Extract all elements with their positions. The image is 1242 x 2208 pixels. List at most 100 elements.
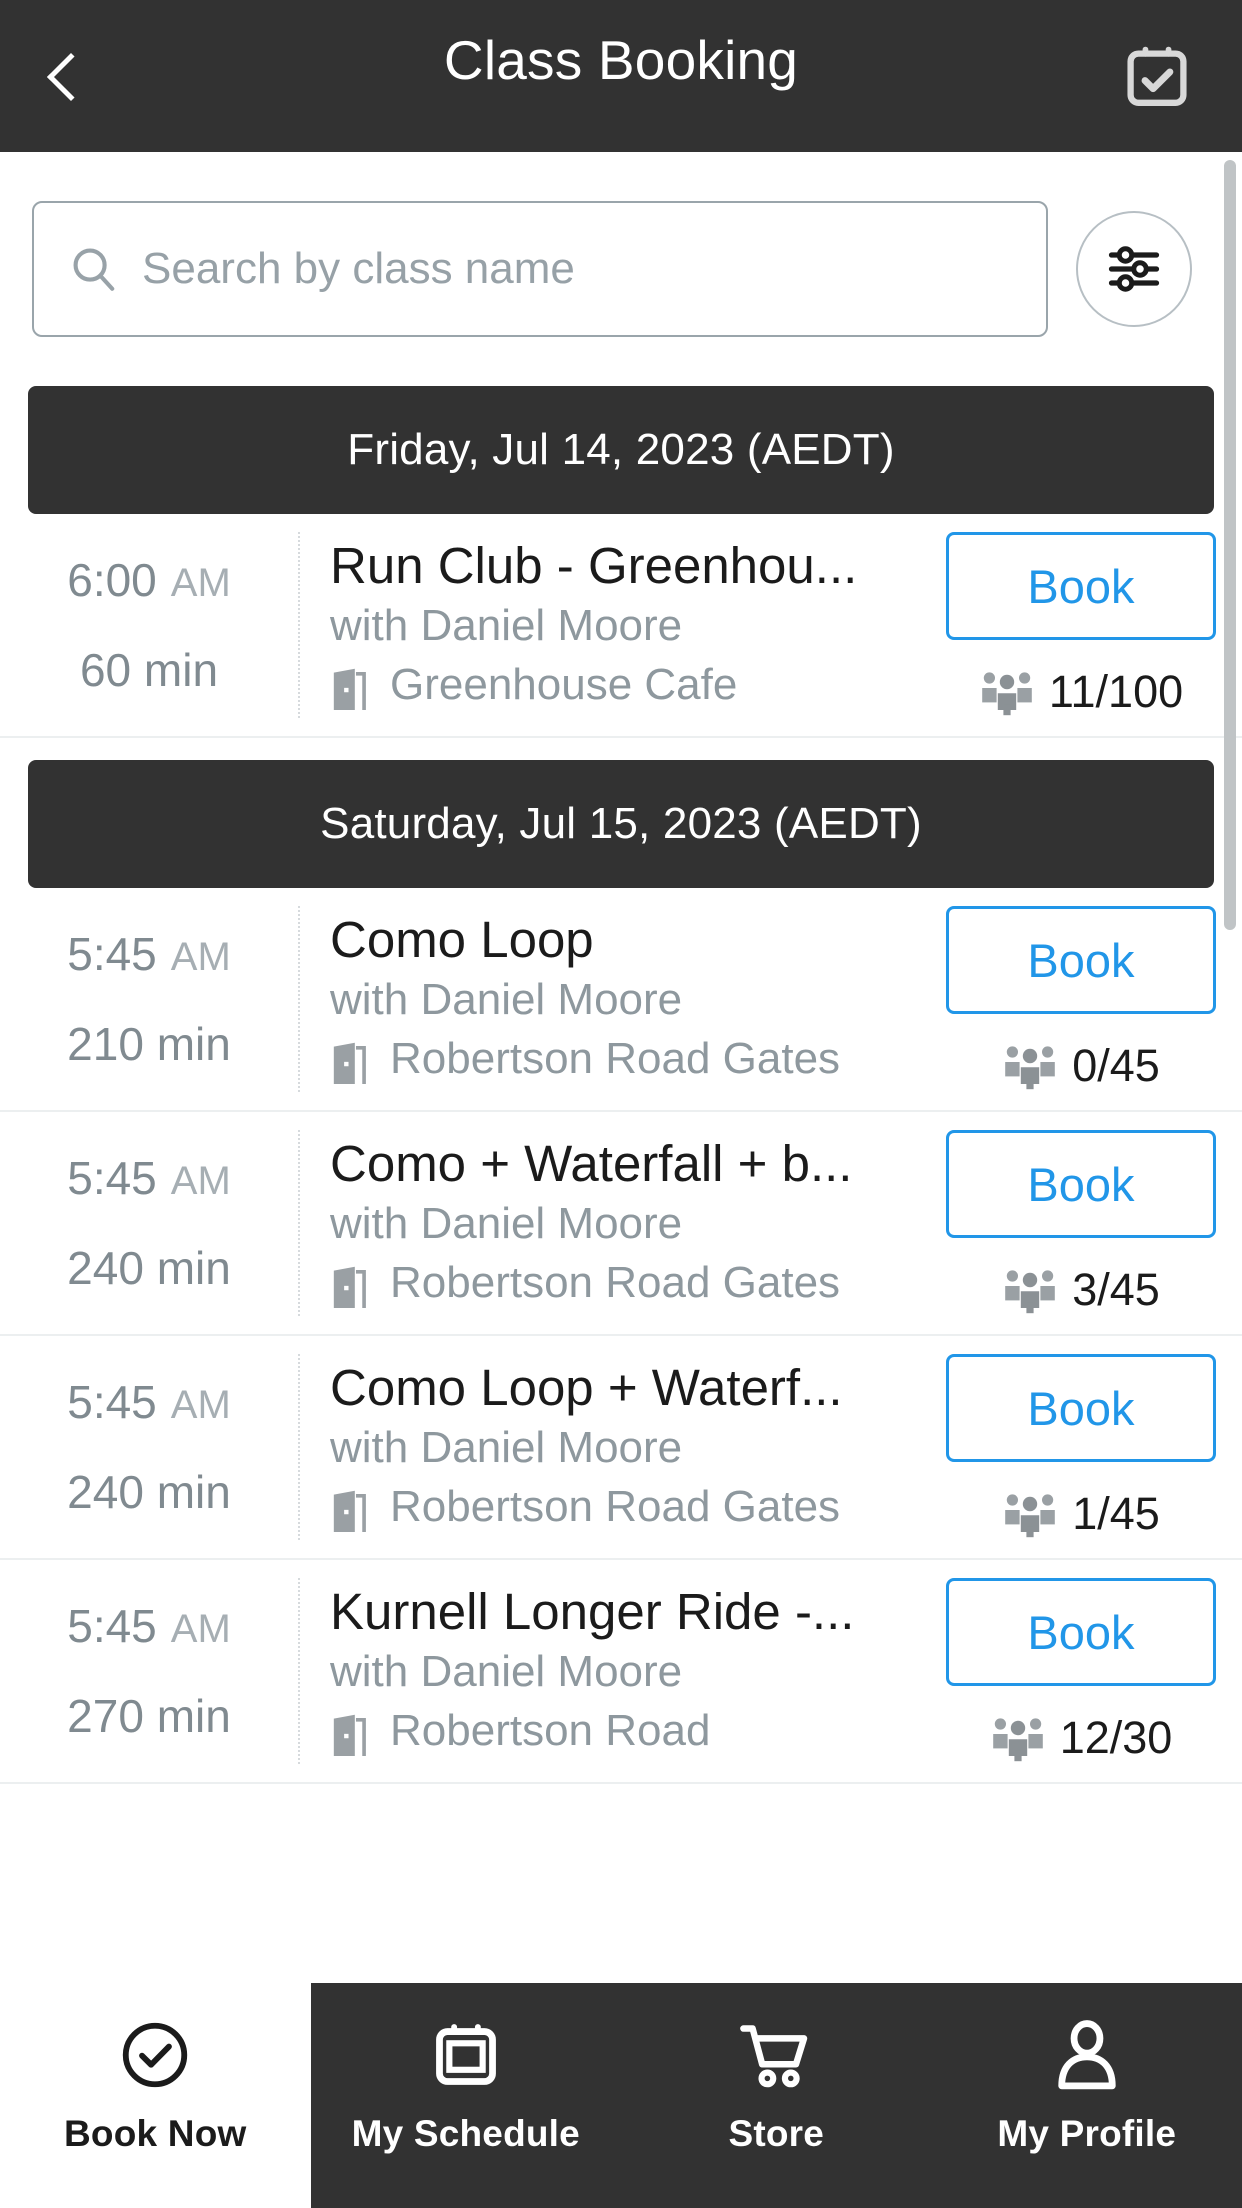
class-location-label: Robertson Road Gates <box>390 1033 841 1083</box>
calendar-check-icon <box>1127 46 1187 106</box>
calendar-icon <box>435 2024 496 2085</box>
class-location-label: Greenhouse Cafe <box>390 659 738 709</box>
class-row[interactable]: 5:45 AM 240 min Como + Waterfall + b... with… <box>0 1112 1242 1336</box>
class-location: Robertson Road Gates <box>330 1033 928 1087</box>
day-gap <box>0 738 1242 760</box>
bottom-nav: Book Now My Schedule Store My Profile <box>0 1983 1242 2208</box>
nav-icon-wrap <box>429 2011 503 2099</box>
class-instructor: with Daniel Moore <box>330 1199 683 1249</box>
class-duration: 210 min <box>67 1018 231 1070</box>
class-time-value: 6:00 <box>67 554 157 606</box>
class-action-column: Book 3/45 <box>942 1130 1242 1316</box>
search-bar-row <box>0 152 1242 386</box>
class-capacity-label: 3/45 <box>1072 1264 1160 1315</box>
class-time-meridiem: AM <box>170 1383 231 1427</box>
class-row[interactable]: 5:45 AM 240 min Como Loop + Waterf... with D… <box>0 1336 1242 1560</box>
class-capacity: 0/45 <box>1002 1040 1160 1092</box>
class-action-column: Book 11/100 <box>942 532 1242 718</box>
book-button[interactable]: Book <box>946 532 1216 640</box>
class-info-column: Como + Waterfall + b... with Daniel Moore… <box>300 1130 942 1316</box>
nav-item-store[interactable]: Store <box>621 1983 932 2208</box>
class-time-column: 6:00 AM 60 min <box>0 532 300 718</box>
class-info-column: Como Loop with Daniel Moore Robertson Roa… <box>300 906 942 1092</box>
class-time-meridiem: AM <box>170 561 231 605</box>
door-icon <box>333 1714 366 1756</box>
book-button[interactable]: Book <box>946 906 1216 1014</box>
door-icon <box>333 668 366 710</box>
class-row[interactable]: 5:45 AM 270 min Kurnell Longer Ride -... wit… <box>0 1560 1242 1784</box>
app-header: Class Booking <box>0 0 1242 152</box>
class-location: Robertson Road Gates <box>330 1257 928 1311</box>
calendar-check-button[interactable] <box>1114 34 1200 120</box>
class-location-label: Robertson Road Gates <box>390 1481 841 1531</box>
day-header: Saturday, Jul 15, 2023 (AEDT) <box>28 760 1214 888</box>
nav-item-label: Book Now <box>64 2113 247 2154</box>
class-capacity: 3/45 <box>1002 1264 1160 1316</box>
class-time-value: 5:45 <box>67 928 157 980</box>
class-info-column: Run Club - Greenhou... with Daniel Moore … <box>300 532 942 718</box>
class-time-meridiem: AM <box>170 1159 231 1203</box>
class-time-meridiem: AM <box>170 1607 231 1651</box>
page-title: Class Booking <box>443 29 799 91</box>
person-icon <box>1058 2020 1116 2090</box>
check-circle-icon <box>123 2022 188 2088</box>
nav-item-label: Store <box>728 2113 825 2154</box>
class-duration: 60 min <box>79 644 219 696</box>
class-capacity: 11/100 <box>979 666 1183 718</box>
people-group-icon <box>992 1718 1043 1762</box>
class-duration: 240 min <box>67 1466 231 1518</box>
nav-icon-wrap <box>1050 2011 1124 2099</box>
filter-button[interactable] <box>1076 211 1192 327</box>
filter-sliders-icon <box>1108 246 1160 292</box>
scrollbar-thumb[interactable] <box>1224 160 1236 930</box>
class-location: Greenhouse Cafe <box>330 659 928 713</box>
class-instructor: with Daniel Moore <box>330 1647 683 1697</box>
search-input[interactable] <box>142 244 1046 294</box>
book-button[interactable]: Book <box>946 1578 1216 1686</box>
scrollbar-track[interactable] <box>1224 160 1236 2208</box>
class-time: 5:45 AM <box>67 1151 231 1205</box>
class-time-value: 5:45 <box>67 1376 157 1428</box>
search-box[interactable] <box>32 201 1048 337</box>
class-time-column: 5:45 AM 270 min <box>0 1578 300 1764</box>
search-icon <box>73 248 115 291</box>
nav-item-label: My Profile <box>997 2113 1177 2154</box>
people-group-icon <box>1005 1046 1056 1090</box>
class-row[interactable]: 5:45 AM 210 min Como Loop with Daniel Moore … <box>0 888 1242 1112</box>
class-instructor: with Daniel Moore <box>330 601 683 651</box>
class-capacity-label: 0/45 <box>1072 1040 1160 1091</box>
cart-icon <box>740 2025 808 2088</box>
class-time-column: 5:45 AM 240 min <box>0 1130 300 1316</box>
door-icon <box>333 1042 366 1084</box>
class-duration: 270 min <box>67 1690 231 1742</box>
class-capacity-label: 12/30 <box>1059 1712 1173 1763</box>
book-button[interactable]: Book <box>946 1130 1216 1238</box>
door-icon <box>333 1266 366 1308</box>
class-time-value: 5:45 <box>67 1152 157 1204</box>
nav-item-my-profile[interactable]: My Profile <box>931 1983 1242 2208</box>
class-time-column: 5:45 AM 240 min <box>0 1354 300 1540</box>
class-time-column: 5:45 AM 210 min <box>0 906 300 1092</box>
nav-item-my-schedule[interactable]: My Schedule <box>310 1983 621 2208</box>
class-info-column: Como Loop + Waterf... with Daniel Moore R… <box>300 1354 942 1540</box>
class-instructor: with Daniel Moore <box>330 975 683 1025</box>
class-title: Como Loop + Waterf... <box>330 1359 843 1417</box>
class-row[interactable]: 6:00 AM 60 min Run Club - Greenhou... with D… <box>0 514 1242 738</box>
book-button[interactable]: Book <box>946 1354 1216 1462</box>
people-group-icon <box>982 672 1032 716</box>
class-capacity-label: 1/45 <box>1072 1488 1160 1539</box>
nav-icon-wrap <box>116 2011 194 2099</box>
class-capacity-label: 11/100 <box>1048 666 1184 717</box>
people-group-icon <box>1005 1270 1056 1314</box>
class-location-label: Robertson Road Gates <box>390 1257 841 1307</box>
class-time-value: 5:45 <box>67 1600 157 1652</box>
class-duration: 240 min <box>67 1242 231 1294</box>
class-location: Robertson Road Gates <box>330 1481 928 1535</box>
class-action-column: Book 0/45 <box>942 906 1242 1092</box>
class-list[interactable]: Friday, Jul 14, 2023 (AEDT) 6:00 AM 60 min R… <box>0 386 1242 2208</box>
class-title: Run Club - Greenhou... <box>330 537 858 595</box>
nav-item-book-now[interactable]: Book Now <box>0 1983 311 2208</box>
nav-item-label: My Schedule <box>351 2113 580 2154</box>
day-header: Friday, Jul 14, 2023 (AEDT) <box>28 386 1214 514</box>
door-icon <box>333 1490 366 1532</box>
